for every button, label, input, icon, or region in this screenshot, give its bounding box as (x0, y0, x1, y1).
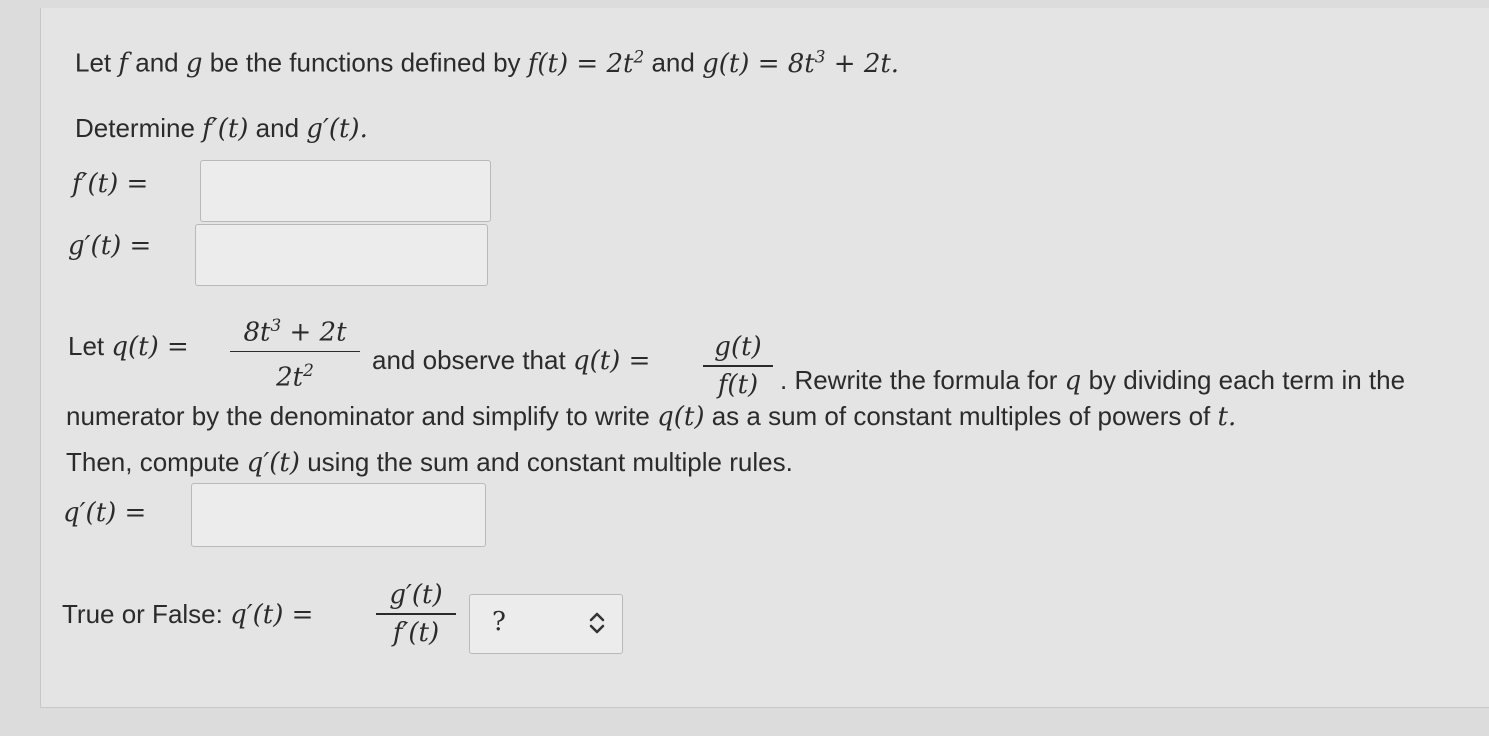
truefalse-select[interactable]: ? (469, 594, 623, 654)
qprime-label: q′(t) = (63, 498, 147, 528)
fprime-input[interactable] (200, 160, 491, 222)
para-line-3: Then, compute q′(t) using the sum and co… (66, 447, 793, 478)
gp-over-fp-fraction: g′(t) f′(t) (376, 578, 456, 650)
q-fraction: 8t3 + 2t 2t2 (230, 308, 360, 395)
g-over-f-numerator: g(t) (714, 332, 762, 362)
truefalse-selected-value: ? (492, 607, 506, 637)
fprime-symbol: f′(t) (202, 114, 249, 144)
f-symbol: f (118, 48, 129, 79)
gp-over-fp-denominator: f′(t) (392, 617, 440, 648)
gp-over-fp-numerator: g′(t) (389, 580, 443, 610)
intro-prefix: Let (75, 47, 112, 78)
f-definition: f(t) = 2t2 (527, 46, 645, 79)
determine-line: Determine f′(t) and g′(t). (75, 112, 368, 145)
truefalse-label: True or False: q′(t) = (62, 599, 314, 630)
intro-line: Let f and g be the functions defined by … (75, 40, 899, 80)
gprime-label: g′(t) = (68, 231, 152, 261)
g-symbol: g (185, 48, 203, 79)
fprime-label: f′(t) = (72, 169, 149, 199)
determine-text: Determine (75, 113, 195, 143)
q-fraction-numerator: 8t3 + 2t (243, 315, 347, 348)
intro-and-2: and (651, 47, 695, 78)
q-fraction-denominator: 2t2 (276, 360, 314, 393)
g-definition: g(t) = 8t3 + 2t. (702, 46, 900, 79)
chevron-up-down-icon (589, 612, 605, 634)
intro-middle: be the functions defined by (209, 47, 521, 78)
intro-and: and (135, 47, 179, 78)
g-over-f-fraction: g(t) f(t) (703, 330, 773, 402)
g-over-f-denominator: f(t) (717, 369, 759, 400)
qdef-observe: and observe that q(t) = (372, 345, 651, 376)
gprime-input[interactable] (195, 224, 488, 286)
determine-and: and (255, 113, 300, 143)
qdef-let: Let q(t) = (68, 331, 189, 362)
para-line-2: numerator by the denominator and simplif… (66, 401, 1237, 432)
qdef-rewrite: . Rewrite the formula for q by dividing … (780, 365, 1406, 396)
gprime-symbol: g′(t). (306, 114, 368, 144)
qprime-input[interactable] (191, 483, 486, 547)
